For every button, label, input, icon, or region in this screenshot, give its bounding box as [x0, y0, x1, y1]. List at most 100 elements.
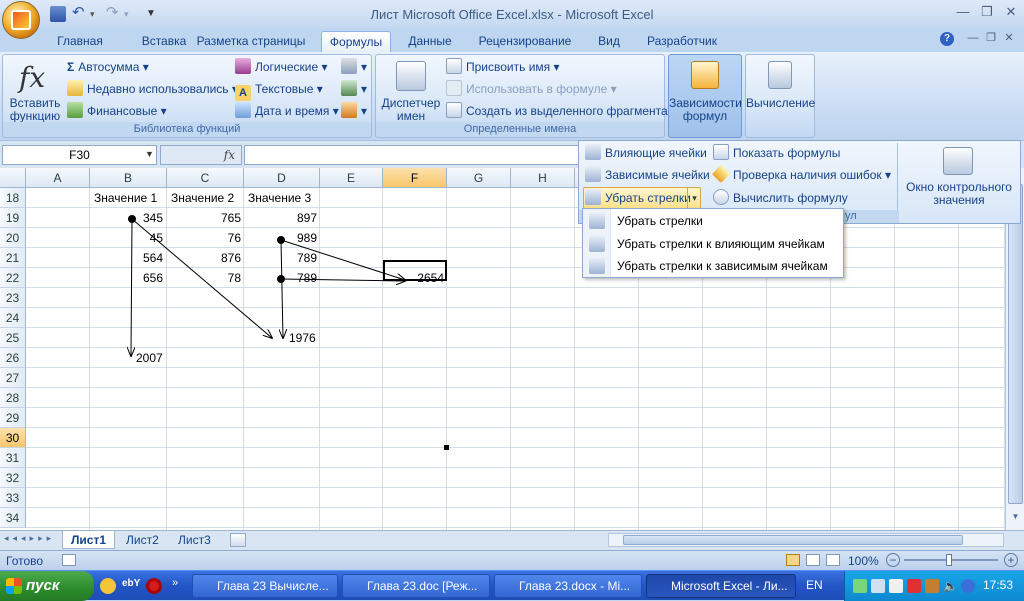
macro-record-icon[interactable]: [62, 554, 76, 566]
evaluate-icon: [713, 189, 729, 205]
tray-icon-3[interactable]: [907, 579, 921, 593]
clock: 17:53: [983, 578, 1014, 592]
error-checking-button[interactable]: Проверка наличия ошибок ▾: [711, 164, 891, 185]
undo-dropdown-icon[interactable]: ▾: [90, 6, 106, 22]
sheet-tab-3[interactable]: Лист3: [170, 531, 219, 549]
financial-button[interactable]: Финансовые ▾: [67, 101, 167, 121]
taskbar-button-3[interactable]: Глава 23.docx - Mi...: [494, 574, 642, 598]
active-cell-F30[interactable]: [383, 260, 447, 281]
wb-close-icon[interactable]: ✕: [998, 30, 1020, 46]
tray-icon-2[interactable]: [871, 579, 885, 593]
ribbon-tabs: Главная Вставка Разметка страницы Формул…: [0, 28, 1024, 52]
redo-dropdown-icon[interactable]: ▾: [124, 6, 140, 22]
name-manager-button[interactable]: Диспетчер имен: [378, 97, 444, 123]
text-button[interactable]: A Текстовые ▾: [235, 79, 323, 101]
trace-precedents-icon: [585, 144, 601, 160]
sheet-tab-1[interactable]: Лист1: [62, 531, 116, 549]
name-box-dropdown-icon[interactable]: ▼: [145, 149, 154, 159]
tab-view[interactable]: Вид: [590, 31, 628, 52]
menu-remove-precedent-arrows[interactable]: Убрать стрелки к влияющим ячейкам: [583, 233, 843, 255]
customize-toolbar-icon[interactable]: ▼: [146, 6, 162, 22]
fill-handle[interactable]: [444, 445, 449, 450]
redo-icon[interactable]: ↷: [106, 5, 122, 22]
page-break-view-icon[interactable]: [826, 554, 840, 566]
quicklaunch-icon-1[interactable]: [100, 578, 116, 594]
normal-view-icon[interactable]: [786, 554, 800, 566]
trace-dependents-button[interactable]: Зависимые ячейки: [585, 165, 710, 185]
trace-precedents-button[interactable]: Влияющие ячейки: [585, 143, 707, 163]
math-icon[interactable]: ▾: [341, 79, 367, 99]
more-icon[interactable]: »: [172, 577, 178, 589]
zoom-slider-thumb[interactable]: [946, 554, 952, 566]
panel-group-label: ул: [845, 210, 857, 222]
office-button[interactable]: [2, 1, 40, 39]
taskbar-button-1[interactable]: Глава 23 Вычисле...: [192, 574, 338, 598]
more-functions-icon[interactable]: ▾: [341, 101, 367, 121]
tab-home[interactable]: Главная: [50, 31, 110, 52]
tray-icon-1[interactable]: [853, 579, 867, 593]
start-button[interactable]: пуск: [0, 571, 94, 601]
autosum-button[interactable]: Σ Автосумма ▾: [67, 57, 149, 77]
calculation-button[interactable]: Вычисление: [746, 97, 815, 110]
define-name-button[interactable]: Присвоить имя ▾: [446, 57, 560, 77]
taskbar-button-2[interactable]: Глава 23.doc [Реж...: [342, 574, 490, 598]
tab-formulas[interactable]: Формулы: [321, 31, 391, 52]
volume-icon[interactable]: 🔈: [943, 579, 958, 593]
sheet-tab-2[interactable]: Лист2: [118, 531, 167, 549]
tab-page-layout[interactable]: Разметка страницы: [192, 31, 310, 52]
h-scroll-thumb[interactable]: [623, 535, 963, 545]
menu-remove-dependent-arrows[interactable]: Убрать стрелки к зависимым ячейкам: [583, 255, 843, 277]
evaluate-formula-button[interactable]: Вычислить формулу: [713, 188, 848, 208]
calculator-icon: [768, 61, 792, 89]
datetime-button[interactable]: Дата и время ▾: [235, 101, 339, 121]
logical-button[interactable]: Логические ▾: [235, 57, 328, 77]
text-a-icon: A: [235, 85, 251, 101]
function-library-group: fx Вставить функцию Σ Автосумма ▾ Недавно…: [2, 54, 372, 138]
zoom-level[interactable]: 100%: [848, 554, 879, 568]
insert-function-button[interactable]: Вставить функцию: [5, 97, 65, 123]
close-icon[interactable]: ✕: [1000, 4, 1022, 20]
zoom-out-icon[interactable]: −: [886, 553, 900, 567]
show-formulas-button[interactable]: Показать формулы: [713, 143, 840, 163]
tab-review[interactable]: Рецензирование: [472, 31, 578, 52]
horizontal-scrollbar[interactable]: [608, 533, 1004, 547]
tray-icon-4[interactable]: [925, 579, 939, 593]
menu-remove-arrows[interactable]: Убрать стрелки: [583, 210, 843, 232]
ribbon: fx Вставить функцию Σ Автосумма ▾ Недавно…: [0, 52, 1024, 140]
lookup-icon[interactable]: ▾: [341, 57, 367, 77]
create-from-selection-button[interactable]: Создать из выделенного фрагмента: [446, 101, 668, 121]
minimize-icon[interactable]: —: [952, 4, 974, 20]
watch-window-button[interactable]: Окно контрольного значения: [901, 181, 1017, 207]
recent-functions-button[interactable]: Недавно использовались ▾: [67, 79, 238, 99]
help-icon[interactable]: ?: [940, 32, 954, 46]
name-box[interactable]: F30: [2, 145, 157, 165]
ebay-icon[interactable]: ebY: [122, 578, 140, 594]
insert-sheet-icon[interactable]: [230, 533, 246, 547]
restore-icon[interactable]: ❐: [976, 4, 998, 20]
use-in-formula-button[interactable]: Использовать в формуле ▾: [446, 79, 617, 99]
show-formulas-icon: [713, 144, 729, 160]
dependencies-button[interactable]: Зависимости формул: [669, 97, 742, 123]
title-bar: Лист Microsoft Office Excel.xlsx - Micro…: [0, 0, 1024, 28]
tab-developer[interactable]: Разработчик: [640, 31, 724, 52]
undo-icon[interactable]: ↶: [72, 5, 88, 22]
insert-function-fx-button[interactable]: fx: [160, 145, 242, 165]
scroll-thumb[interactable]: [1008, 184, 1023, 504]
zoom-in-icon[interactable]: +: [1004, 553, 1018, 567]
language-indicator[interactable]: EN: [806, 578, 823, 592]
grid-icon: [446, 102, 462, 118]
tag-icon: [446, 58, 462, 74]
remove-arrows-dropdown-icon[interactable]: ▾: [687, 187, 701, 209]
opera-icon[interactable]: [146, 578, 162, 594]
dependencies-group[interactable]: Зависимости формул: [668, 54, 742, 138]
taskbar-button-excel[interactable]: Microsoft Excel - Ли...: [646, 574, 796, 598]
windows-logo-icon: [6, 578, 22, 594]
tab-data[interactable]: Данные: [400, 31, 460, 52]
save-icon[interactable]: [50, 6, 66, 22]
page-layout-view-icon[interactable]: [806, 554, 820, 566]
scroll-down-icon[interactable]: ▼: [1008, 512, 1023, 526]
bluetooth-icon[interactable]: [961, 579, 975, 593]
battery-icon[interactable]: [889, 579, 903, 593]
sheet-nav-icons[interactable]: ◂◂◂▸▸▸: [4, 533, 55, 544]
remove-arrows-button[interactable]: Убрать стрелки: [585, 188, 691, 208]
